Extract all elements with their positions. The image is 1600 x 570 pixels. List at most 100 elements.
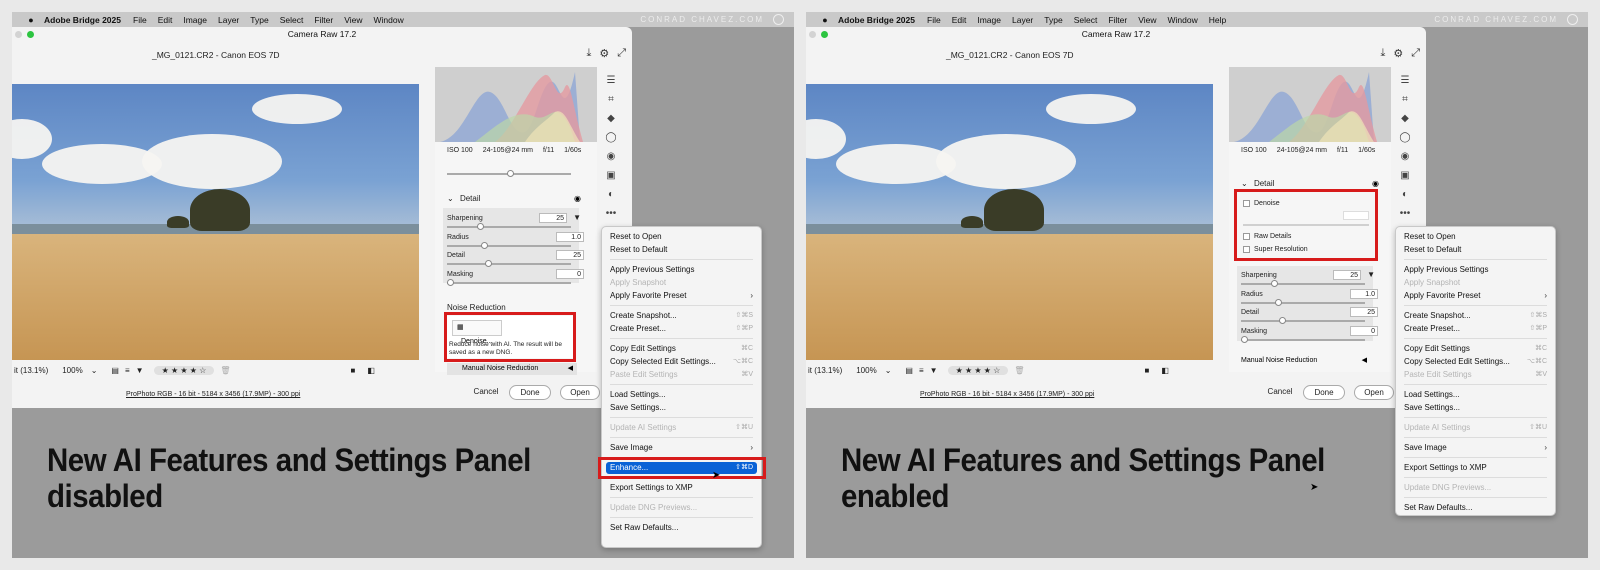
filter-icon[interactable]: ▼ <box>930 366 938 375</box>
menu-select[interactable]: Select <box>1074 15 1098 25</box>
sort-icon[interactable]: ≡ <box>919 366 924 375</box>
menu-create-snapshot[interactable]: Create Snapshot... ⇧⌘S <box>1404 310 1547 322</box>
menu-copy-edit[interactable]: Copy Edit Settings ⌘C <box>1404 343 1547 355</box>
menu-apply-favorite[interactable]: Apply Favorite Preset › <box>610 290 753 302</box>
presets-icon[interactable]: ◐ <box>608 189 614 200</box>
edit-sliders-icon[interactable]: ☰ <box>607 75 616 86</box>
done-button[interactable]: Done <box>1303 385 1345 400</box>
mask-icon[interactable]: ◯ <box>605 132 616 143</box>
star-rating[interactable]: ★ ★ ★ ★ ☆ <box>153 365 215 375</box>
menu-apply-favorite[interactable]: Apply Favorite Preset › <box>1404 290 1547 302</box>
zoom-100-label[interactable]: 100% <box>62 366 82 375</box>
app-menu[interactable]: Adobe Bridge 2025 <box>44 15 121 25</box>
apple-icon[interactable]: ● <box>820 15 830 25</box>
eraser-icon[interactable]: ◆ <box>607 113 615 124</box>
zoom-100-label[interactable]: 100% <box>856 366 876 375</box>
workflow-options-link[interactable]: ProPhoto RGB - 16 bit - 5184 x 3456 (17.… <box>920 391 1094 398</box>
cancel-button[interactable]: Cancel <box>1262 385 1298 400</box>
menu-load-settings[interactable]: Load Settings... <box>610 389 753 401</box>
menu-set-raw-defaults[interactable]: Set Raw Defaults... <box>610 522 753 534</box>
red-eye-icon[interactable]: ◉ <box>1401 151 1410 162</box>
photo-preview[interactable] <box>12 84 419 360</box>
menu-save-image[interactable]: Save Image › <box>1404 442 1547 454</box>
menu-apply-previous[interactable]: Apply Previous Settings <box>610 264 753 276</box>
save-image-icon[interactable]: ⤓ <box>586 47 591 60</box>
gear-icon[interactable]: ⚙ <box>599 47 609 60</box>
app-menu[interactable]: Adobe Bridge 2025 <box>838 15 915 25</box>
menu-reset-open[interactable]: Reset to Open <box>610 231 753 243</box>
menu-reset-default[interactable]: Reset to Default <box>610 244 753 256</box>
red-eye-icon[interactable]: ◉ <box>607 151 616 162</box>
menu-view[interactable]: View <box>344 15 362 25</box>
fullscreen-icon[interactable]: ⤢ <box>1411 47 1420 60</box>
menu-edit[interactable]: Edit <box>158 15 173 25</box>
menu-create-preset[interactable]: Create Preset... ⇧⌘P <box>1404 323 1547 335</box>
sharpening-value[interactable]: 25 <box>539 213 567 223</box>
eye-icon[interactable]: ◉ <box>1372 179 1379 188</box>
save-image-icon[interactable]: ⤓ <box>1380 47 1385 60</box>
menu-save-settings[interactable]: Save Settings... <box>1404 402 1547 414</box>
control-center-icon[interactable] <box>1567 14 1578 25</box>
triangle-down-icon[interactable]: ▼ <box>573 213 581 222</box>
menu-file[interactable]: File <box>133 15 147 25</box>
menu-edit[interactable]: Edit <box>952 15 967 25</box>
menu-load-settings[interactable]: Load Settings... <box>1404 389 1547 401</box>
workflow-options-link[interactable]: ProPhoto RGB - 16 bit - 5184 x 3456 (17.… <box>126 391 300 398</box>
zoom-fit-label[interactable]: it (13.1%) <box>808 366 842 375</box>
presets-icon[interactable]: ◐ <box>1402 189 1408 200</box>
compare-icon[interactable]: ▤ <box>905 366 913 375</box>
open-button[interactable]: Open <box>560 385 600 400</box>
trash-icon[interactable]: 🗑 <box>1014 366 1024 375</box>
menu-set-raw-defaults[interactable]: Set Raw Defaults... <box>1404 502 1547 514</box>
before-after-icon[interactable]: ■ <box>1144 366 1149 375</box>
compare-icon[interactable]: ▤ <box>111 366 119 375</box>
sharpening-value[interactable]: 25 <box>1333 270 1361 280</box>
eraser-icon[interactable]: ◆ <box>1401 113 1409 124</box>
menu-select[interactable]: Select <box>280 15 304 25</box>
star-rating[interactable]: ★ ★ ★ ★ ☆ <box>947 365 1009 375</box>
top-slider-knob[interactable] <box>507 170 514 177</box>
menu-copy-selected[interactable]: Copy Selected Edit Settings... ⌥⌘C <box>610 356 753 368</box>
masking-value[interactable]: 0 <box>556 269 584 279</box>
more-icon[interactable]: ••• <box>1400 208 1411 219</box>
detail-section-header[interactable]: ⌄ Detail <box>447 194 480 203</box>
menu-save-settings[interactable]: Save Settings... <box>610 402 753 414</box>
chevron-down-icon[interactable]: ⌄ <box>885 366 892 375</box>
menu-reset-default[interactable]: Reset to Default <box>1404 244 1547 256</box>
gear-icon[interactable]: ⚙ <box>1393 47 1403 60</box>
eye-icon[interactable]: ◉ <box>574 194 581 203</box>
detail-section-header[interactable]: ⌄ Detail <box>1241 179 1274 188</box>
menu-type[interactable]: Type <box>1044 15 1062 25</box>
triangle-down-icon[interactable]: ▼ <box>1367 270 1375 279</box>
mask-icon[interactable]: ◯ <box>1399 132 1410 143</box>
fullscreen-icon[interactable]: ⤢ <box>617 47 626 60</box>
menu-copy-edit[interactable]: Copy Edit Settings ⌘C <box>610 343 753 355</box>
photo-preview[interactable] <box>806 84 1213 360</box>
split-view-icon[interactable]: ◧ <box>367 366 375 375</box>
snapshots-icon[interactable]: ▣ <box>1400 170 1409 181</box>
cancel-button[interactable]: Cancel <box>468 385 504 400</box>
menu-create-preset[interactable]: Create Preset... ⇧⌘P <box>610 323 753 335</box>
control-center-icon[interactable] <box>773 14 784 25</box>
masking-value[interactable]: 0 <box>1350 326 1378 336</box>
menu-filter[interactable]: Filter <box>314 15 333 25</box>
menu-help[interactable]: Help <box>1209 15 1226 25</box>
split-view-icon[interactable]: ◧ <box>1161 366 1169 375</box>
menu-export-xmp[interactable]: Export Settings to XMP <box>610 482 753 494</box>
menu-type[interactable]: Type <box>250 15 268 25</box>
menu-apply-previous[interactable]: Apply Previous Settings <box>1404 264 1547 276</box>
crop-icon[interactable]: ⌗ <box>608 94 614 105</box>
sort-icon[interactable]: ≡ <box>125 366 130 375</box>
radius-value[interactable]: 1.0 <box>556 232 584 242</box>
menu-image[interactable]: Image <box>183 15 207 25</box>
menu-window[interactable]: Window <box>1167 15 1197 25</box>
snapshots-icon[interactable]: ▣ <box>606 170 615 181</box>
open-button[interactable]: Open <box>1354 385 1394 400</box>
menu-layer[interactable]: Layer <box>1012 15 1033 25</box>
menu-copy-selected[interactable]: Copy Selected Edit Settings... ⌥⌘C <box>1404 356 1547 368</box>
menu-file[interactable]: File <box>927 15 941 25</box>
detail-value[interactable]: 25 <box>1350 307 1378 317</box>
zoom-fit-label[interactable]: it (13.1%) <box>14 366 48 375</box>
menu-layer[interactable]: Layer <box>218 15 239 25</box>
crop-icon[interactable]: ⌗ <box>1402 94 1408 105</box>
